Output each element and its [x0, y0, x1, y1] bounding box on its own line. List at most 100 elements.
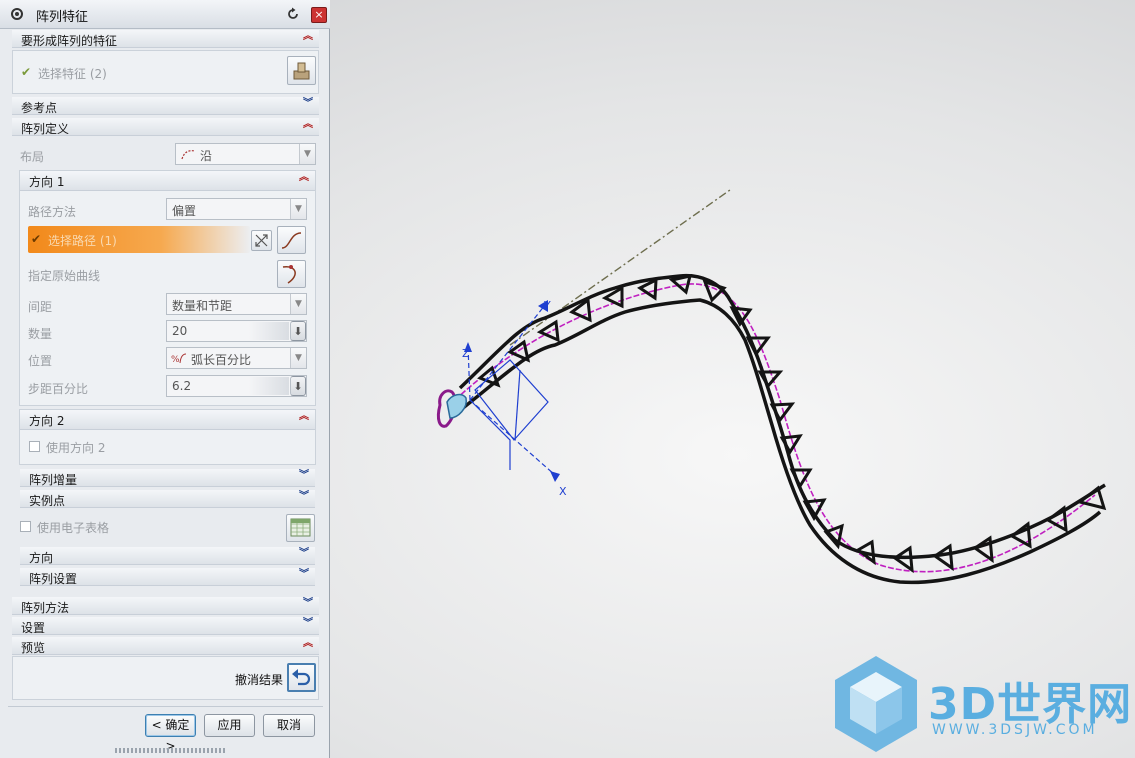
arc-percent-icon: %: [171, 353, 187, 364]
collapse-icon[interactable]: ︽: [303, 120, 313, 130]
ok-button[interactable]: < 确定 >: [145, 714, 196, 753]
section-label: 实例点: [29, 494, 66, 508]
section-pattern-definition[interactable]: 阵列定义 ︽: [12, 118, 319, 136]
section-label: 方向: [29, 551, 54, 565]
section-instance-points[interactable]: 实例点 ︾: [20, 490, 315, 508]
expand-icon[interactable]: ︾: [303, 619, 313, 629]
section-preview[interactable]: 预览 ︽: [12, 637, 319, 655]
chevron-down-icon[interactable]: ▼: [290, 294, 306, 314]
pattern-feature-dialog: 阵列特征 × 要形成阵列的特征 ︽ ✔ 选择特征 (2) 参考点 ︾ 阵列定义 …: [0, 0, 330, 758]
use-direction2-checkbox[interactable]: [29, 441, 40, 452]
use-spreadsheet-label: 使用电子表格: [37, 521, 110, 535]
preview-box: 撤消结果: [12, 656, 319, 700]
expand-icon[interactable]: ︾: [299, 471, 309, 481]
close-icon[interactable]: ×: [311, 7, 327, 23]
watermark-url: WWW.3DSJW.COM: [932, 722, 1098, 738]
section-label: 方向 1: [29, 175, 65, 189]
path-method-value: 偏置: [172, 204, 197, 218]
undo-result-label: 撤消结果: [235, 673, 284, 687]
specify-original-curve-label: 指定原始曲线: [28, 269, 101, 283]
section-label: 阵列定义: [21, 122, 70, 136]
dialog-titlebar[interactable]: 阵列特征 ×: [0, 0, 330, 29]
use-direction2-label: 使用方向 2: [46, 441, 106, 455]
input-shade: [249, 377, 289, 395]
expand-icon[interactable]: ︾: [299, 570, 309, 580]
select-feature-label[interactable]: 选择特征 (2): [38, 65, 107, 82]
expand-icon[interactable]: ︾: [299, 492, 309, 502]
position-select[interactable]: % 弧长百分比 ▼: [166, 347, 307, 369]
section-settings[interactable]: 设置 ︾: [12, 617, 319, 635]
section-reference-point[interactable]: 参考点 ︾: [12, 97, 319, 115]
spinner-down-icon[interactable]: ⬇: [290, 321, 306, 341]
section-pattern-method[interactable]: 阵列方法 ︾: [12, 597, 319, 615]
section-pattern-increment[interactable]: 阵列增量 ︾: [20, 469, 315, 487]
expand-icon[interactable]: ︾: [303, 99, 313, 109]
step-percent-label: 步距百分比: [28, 382, 89, 396]
resize-grip[interactable]: [115, 748, 225, 753]
original-curve-icon[interactable]: [277, 260, 306, 288]
cancel-button[interactable]: 取消: [263, 714, 315, 737]
count-value: 20: [172, 324, 188, 338]
select-path-label: 选择路径 (1): [48, 234, 117, 248]
expand-icon[interactable]: ︾: [303, 599, 313, 609]
seed-feature-highlight: [446, 393, 467, 419]
spacing-value: 数量和节距: [172, 299, 233, 313]
section-direction1[interactable]: 方向 1 ︽: [20, 171, 315, 191]
section-label: 参考点: [21, 101, 58, 115]
section-label: 方向 2: [29, 414, 65, 428]
use-spreadsheet-checkbox[interactable]: [20, 521, 31, 532]
check-icon: ✔: [21, 65, 32, 79]
path-method-label: 路径方法: [28, 205, 77, 219]
chevron-down-icon[interactable]: ▼: [299, 144, 315, 164]
count-label: 数量: [28, 327, 53, 341]
reset-icon[interactable]: [286, 7, 300, 21]
section-pattern-settings[interactable]: 阵列设置 ︾: [20, 568, 315, 586]
dialog-title: 阵列特征: [36, 10, 89, 25]
spinner-down-icon[interactable]: ⬇: [290, 376, 306, 396]
swap-icon[interactable]: [251, 230, 272, 251]
y-axis-label: Y: [543, 299, 551, 312]
section-label: 阵列设置: [29, 572, 78, 586]
expand-icon[interactable]: ︾: [299, 549, 309, 559]
pattern-instances: [477, 274, 1107, 574]
spacing-select[interactable]: 数量和节距 ▼: [166, 293, 307, 315]
input-shade: [249, 322, 289, 340]
watermark-logo-icon: [835, 656, 917, 752]
curve-icon[interactable]: [277, 226, 306, 254]
collapse-icon[interactable]: ︽: [303, 639, 313, 649]
section-label: 预览: [21, 641, 46, 655]
pattern-outline-bottom: [461, 298, 1102, 585]
section-features-to-pattern[interactable]: 要形成阵列的特征 ︽: [12, 30, 319, 48]
section-orientation[interactable]: 方向 ︾: [20, 547, 315, 565]
spreadsheet-icon[interactable]: [286, 514, 315, 542]
path-method-select[interactable]: 偏置 ▼: [166, 198, 307, 220]
collapse-icon[interactable]: ︽: [299, 173, 309, 183]
x-axis-arrow: [550, 471, 560, 482]
chevron-down-icon[interactable]: ▼: [290, 348, 306, 368]
divider: [8, 706, 323, 707]
position-value: 弧长百分比: [191, 353, 252, 367]
chevron-down-icon[interactable]: ▼: [290, 199, 306, 219]
section-label: 阵列方法: [21, 601, 70, 615]
collapse-icon[interactable]: ︽: [303, 32, 313, 42]
x-axis-label: X: [559, 485, 567, 498]
layout-select[interactable]: 沿 ▼: [175, 143, 316, 165]
section-label: 要形成阵列的特征: [21, 34, 118, 48]
section-label: 设置: [21, 621, 46, 635]
count-input[interactable]: 20 ⬇: [166, 320, 307, 342]
section-direction2[interactable]: 方向 2 ︽: [20, 410, 315, 430]
select-path-row[interactable]: ✔ 选择路径 (1): [28, 226, 250, 253]
undo-icon[interactable]: [287, 663, 316, 692]
graphics-viewport[interactable]: X Y Z: [331, 0, 1135, 758]
step-percent-input[interactable]: 6.2 ⬇: [166, 375, 307, 397]
z-axis-label: Z: [462, 347, 470, 360]
position-label: 位置: [28, 354, 53, 368]
layout-value: 沿: [200, 149, 213, 163]
feature-select-icon[interactable]: [287, 56, 316, 85]
path-curve: [454, 283, 1096, 573]
apply-button[interactable]: 应用: [204, 714, 255, 737]
step-percent-value: 6.2: [172, 379, 192, 393]
check-icon: ✔: [31, 232, 42, 246]
section-label: 阵列增量: [29, 473, 78, 487]
collapse-icon[interactable]: ︽: [299, 412, 309, 422]
